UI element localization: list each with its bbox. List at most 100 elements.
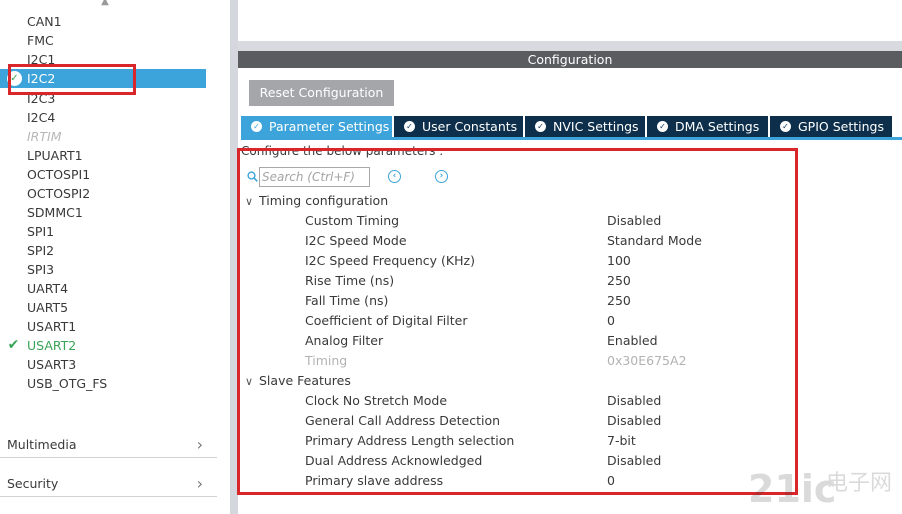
sidebar-item-usart3[interactable]: USART3: [0, 355, 206, 374]
check-circle-icon: ✓: [251, 121, 262, 132]
sidebar-item-i2c1[interactable]: I2C1: [0, 50, 206, 69]
tab-parameter-settings[interactable]: ✓ Parameter Settings: [241, 116, 392, 137]
group-title: Slave Features: [259, 373, 351, 388]
scroll-up-icon[interactable]: ▲: [99, 0, 111, 8]
param-name: I2C Speed Mode: [305, 233, 407, 248]
sidebar-item-label: SDMMC1: [27, 205, 83, 220]
tab-label: User Constants: [422, 119, 518, 134]
param-name: Analog Filter: [305, 333, 384, 348]
param-value[interactable]: 7-bit: [607, 431, 636, 451]
param-value[interactable]: Disabled: [607, 211, 661, 231]
param-value[interactable]: Enabled: [607, 331, 658, 351]
param-row-fall-time[interactable]: Fall Time (ns) 250: [305, 291, 865, 311]
sidebar-item-spi2[interactable]: SPI2: [0, 241, 206, 260]
sidebar-item-label: OCTOSPI1: [27, 167, 91, 182]
check-circle-icon: ✓: [404, 121, 415, 132]
chevron-down-icon: ∨: [245, 375, 254, 388]
tab-dma-settings[interactable]: ✓ DMA Settings: [647, 116, 768, 137]
sidebar-item-octospi2[interactable]: OCTOSPI2: [0, 184, 206, 203]
check-circle-icon: ✓: [780, 121, 791, 132]
sidebar-item-label: I2C1: [27, 52, 56, 67]
sidebar-item-label: IRTIM: [27, 129, 62, 144]
param-row-analog-filter[interactable]: Analog Filter Enabled: [305, 331, 865, 351]
search-input[interactable]: [259, 167, 370, 187]
sidebar-item-can1[interactable]: CAN1: [0, 12, 206, 31]
param-name: General Call Address Detection: [305, 413, 501, 428]
sidebar-item-label: USART1: [27, 319, 77, 334]
sidebar-item-label: LPUART1: [27, 148, 83, 163]
configuration-pane: Configuration Reset Configuration ✓ Para…: [238, 0, 902, 514]
sidebar-item-spi3[interactable]: SPI3: [0, 260, 206, 279]
sidebar-item-label: SPI2: [27, 243, 55, 258]
sidebar-item-lpuart1[interactable]: LPUART1: [0, 146, 206, 165]
sidebar-item-label: UART4: [27, 281, 69, 296]
watermark-logo: 21ic 电子网: [748, 467, 892, 510]
sidebar-item-octospi1[interactable]: OCTOSPI1: [0, 165, 206, 184]
configuration-header: Configuration: [238, 51, 902, 68]
param-row-address-length[interactable]: Primary Address Length selection 7-bit: [305, 431, 865, 451]
group-title: Timing configuration: [259, 193, 389, 208]
param-row-rise-time[interactable]: Rise Time (ns) 250: [305, 271, 865, 291]
sidebar-item-label: I2C4: [27, 110, 56, 125]
param-value[interactable]: Disabled: [607, 411, 661, 431]
param-row-speed-mode[interactable]: I2C Speed Mode Standard Mode: [305, 231, 865, 251]
sidebar-item-spi1[interactable]: SPI1: [0, 222, 206, 241]
watermark-brand: 21ic: [748, 467, 836, 510]
next-result-icon[interactable]: ›: [435, 170, 448, 183]
param-value[interactable]: Standard Mode: [607, 231, 702, 251]
param-row-speed-frequency[interactable]: I2C Speed Frequency (KHz) 100: [305, 251, 865, 271]
param-value[interactable]: 250: [607, 291, 631, 311]
param-row-digital-filter[interactable]: Coefficient of Digital Filter 0: [305, 311, 865, 331]
param-value[interactable]: 250: [607, 271, 631, 291]
param-row-clock-no-stretch[interactable]: Clock No Stretch Mode Disabled: [305, 391, 865, 411]
reset-configuration-button[interactable]: Reset Configuration: [249, 80, 394, 106]
previous-result-icon[interactable]: ‹: [388, 170, 401, 183]
param-row-general-call[interactable]: General Call Address Detection Disabled: [305, 411, 865, 431]
category-label: Security: [7, 476, 59, 491]
pane-splitter[interactable]: [230, 0, 238, 514]
sidebar-item-usart2[interactable]: ✔ USART2: [0, 336, 206, 355]
sidebar-item-label: UART5: [27, 300, 69, 315]
sidebar-item-label: SPI1: [27, 224, 55, 239]
sidebar-item-fmc[interactable]: FMC: [0, 31, 206, 50]
chevron-right-icon: ›: [196, 435, 203, 454]
check-icon: ✔: [7, 337, 20, 353]
param-name: Timing: [305, 353, 348, 368]
pane-separator: [238, 41, 902, 51]
category-multimedia[interactable]: Multimedia ›: [0, 432, 217, 458]
tab-nvic-settings[interactable]: ✓ NVIC Settings: [525, 116, 645, 137]
sidebar-item-label: I2C2: [27, 71, 56, 86]
sidebar-item-label: USART2: [27, 338, 77, 353]
tab-label: Parameter Settings: [269, 119, 390, 134]
sidebar-item-i2c4[interactable]: I2C4: [0, 108, 206, 127]
param-value[interactable]: Disabled: [607, 451, 661, 471]
sidebar-item-usart1[interactable]: USART1: [0, 317, 206, 336]
sidebar-item-irtim[interactable]: IRTIM: [0, 127, 206, 146]
sidebar-item-i2c3[interactable]: I2C3: [0, 89, 206, 108]
category-security[interactable]: Security ›: [0, 471, 217, 497]
sidebar-item-usb-otg-fs[interactable]: USB_OTG_FS: [0, 374, 206, 393]
sidebar-item-uart5[interactable]: UART5: [0, 298, 206, 317]
check-circle-icon: ✓: [657, 121, 668, 132]
param-value[interactable]: Disabled: [607, 391, 661, 411]
param-value[interactable]: 0: [607, 311, 615, 331]
tab-gpio-settings[interactable]: ✓ GPIO Settings: [770, 116, 892, 137]
group-slave-features[interactable]: ∨ Slave Features: [245, 371, 351, 391]
param-name: Coefficient of Digital Filter: [305, 313, 468, 328]
sidebar-item-sdmmc1[interactable]: SDMMC1: [0, 203, 206, 222]
check-circle-icon: ✓: [7, 71, 22, 86]
group-timing-configuration[interactable]: ∨ Timing configuration: [245, 191, 388, 211]
tab-label: NVIC Settings: [553, 119, 639, 134]
sidebar-item-uart4[interactable]: UART4: [0, 279, 206, 298]
param-value[interactable]: 100: [607, 251, 631, 271]
param-name: Custom Timing: [305, 213, 400, 228]
param-row-custom-timing[interactable]: Custom Timing Disabled: [305, 211, 865, 231]
param-name: Clock No Stretch Mode: [305, 393, 448, 408]
sidebar-item-label: CAN1: [27, 14, 62, 29]
sidebar-item-label: USB_OTG_FS: [27, 376, 108, 391]
sidebar-item-i2c2[interactable]: ✓ I2C2: [0, 69, 206, 88]
param-value[interactable]: 0: [607, 471, 615, 491]
tab-label: GPIO Settings: [798, 119, 884, 134]
tab-label: DMA Settings: [675, 119, 760, 134]
tab-user-constants[interactable]: ✓ User Constants: [394, 116, 523, 137]
